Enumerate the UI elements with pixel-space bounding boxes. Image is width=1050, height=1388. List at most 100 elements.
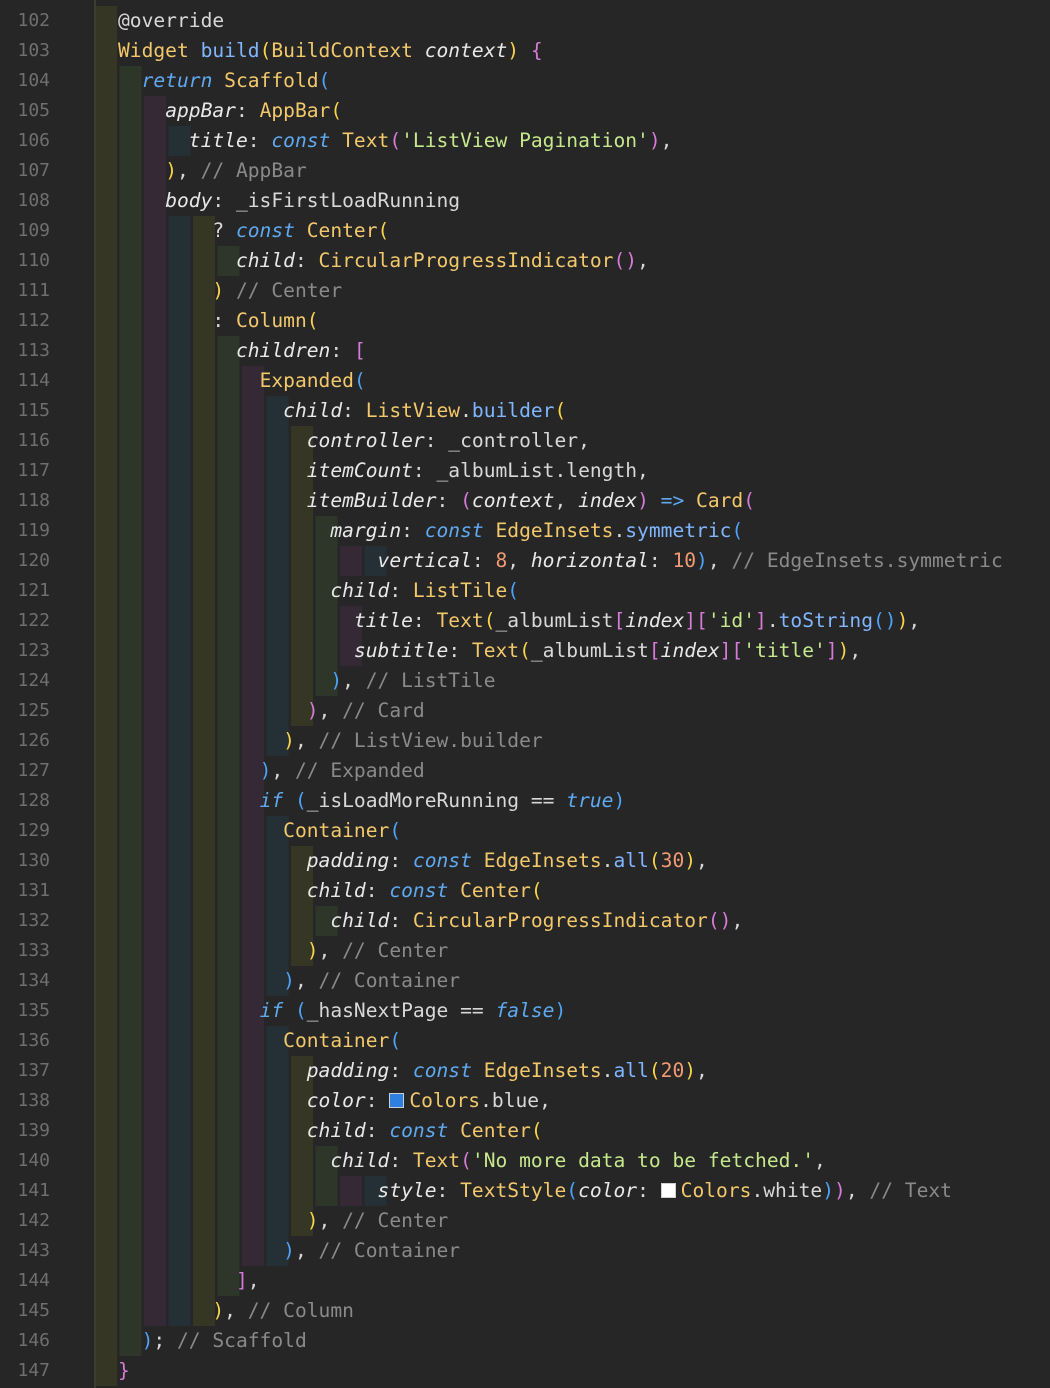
indent-guide-band <box>95 66 117 96</box>
code-token: , <box>660 129 673 152</box>
code-token: builder <box>471 399 555 422</box>
code-line[interactable]: ], <box>118 1266 1003 1296</box>
code-token: : <box>365 1119 390 1142</box>
code-line[interactable]: ), // ListView.builder <box>118 726 1003 756</box>
code-token: ( <box>530 879 543 902</box>
code-line[interactable]: ), // ListTile <box>118 666 1003 696</box>
code-token: ( <box>648 849 661 872</box>
code-token: build <box>200 39 260 62</box>
code-token: true <box>566 789 614 812</box>
code-line[interactable]: Widget build(BuildContext context) { <box>118 36 1003 66</box>
code-line[interactable]: if (_hasNextPage == false) <box>118 996 1003 1026</box>
code-line[interactable]: return Scaffold( <box>118 66 1003 96</box>
code-line[interactable]: ), // Center <box>118 936 1003 966</box>
indent-guide-band <box>95 246 117 276</box>
code-line[interactable]: body: _isFirstLoadRunning <box>118 186 1003 216</box>
code-line[interactable]: child: CircularProgressIndicator(), <box>118 246 1003 276</box>
line-number: 111 <box>17 280 50 301</box>
code-token: 'id' <box>707 609 756 632</box>
color-swatch-icon[interactable] <box>389 1093 405 1108</box>
code-line[interactable]: style: TextStyle(color: Colors.white)), … <box>118 1176 1003 1206</box>
indent-guide-band <box>95 1146 117 1176</box>
line-number: 106 <box>17 130 50 151</box>
code-editor[interactable]: 102 103 104 105 106 107 108 109 110 111 112 113 114 1… <box>0 0 1050 1388</box>
code-line[interactable]: if (_isLoadMoreRunning == true) <box>118 786 1003 816</box>
code-line[interactable]: ); // Scaffold <box>118 1326 1003 1356</box>
code-line[interactable]: subtitle: Text(_albumList[index]['title'… <box>118 636 1003 666</box>
code-line[interactable]: ), // Card <box>118 696 1003 726</box>
code-token: ( <box>330 99 343 122</box>
code-token: ) <box>684 1059 697 1082</box>
code-token: TextStyle <box>460 1179 567 1202</box>
code-token: all <box>613 1059 649 1082</box>
code-token: ( <box>648 1059 661 1082</box>
code-line[interactable]: title: Text(_albumList[index]['id'].toSt… <box>118 606 1003 636</box>
code-token: : <box>389 579 413 602</box>
code-line[interactable]: ), // Center <box>118 1206 1003 1236</box>
code-token: Card <box>696 489 744 512</box>
code-line[interactable]: ? const Center( <box>118 216 1003 246</box>
code-line[interactable]: margin: const EdgeInsets.symmetric( <box>118 516 1003 546</box>
code-line[interactable]: children: [ <box>118 336 1003 366</box>
code-token: ) <box>637 489 649 512</box>
color-swatch-icon[interactable] <box>660 1183 676 1198</box>
code-line[interactable]: ), // AppBar <box>118 156 1003 186</box>
code-line[interactable]: itemCount: _albumList.length, <box>118 456 1003 486</box>
indent-guide-band <box>95 1116 117 1146</box>
code-line[interactable]: } <box>118 1356 1003 1386</box>
code-token: ( <box>530 1119 543 1142</box>
code-line[interactable]: Expanded( <box>118 366 1003 396</box>
code-token: ) <box>165 159 177 182</box>
code-token: ( <box>259 39 272 62</box>
code-line[interactable]: controller: _controller, <box>118 426 1003 456</box>
code-token: padding <box>306 849 390 872</box>
code-line[interactable]: child: Text('No more data to be fetched.… <box>118 1146 1003 1176</box>
code-token: } <box>118 1359 130 1382</box>
code-line[interactable]: child: CircularProgressIndicator(), <box>118 906 1003 936</box>
code-line[interactable]: child: ListTile( <box>118 576 1003 606</box>
code-line[interactable]: ), // Column <box>118 1296 1003 1326</box>
code-token: ( <box>554 399 567 422</box>
code-line[interactable]: ) // Center <box>118 276 1003 306</box>
code-line[interactable]: padding: const EdgeInsets.all(30), <box>118 846 1003 876</box>
code-line[interactable]: itemBuilder: (context, index) => Card( <box>118 486 1003 516</box>
code-line[interactable]: title: const Text('ListView Pagination')… <box>118 126 1003 156</box>
code-token: index <box>578 489 638 512</box>
code-token: : <box>118 309 236 332</box>
indent-guide-band <box>95 1266 117 1296</box>
code-line[interactable]: vertical: 8, horizontal: 10), // EdgeIns… <box>118 546 1003 576</box>
code-token: : <box>247 129 272 152</box>
code-line[interactable]: ), // Container <box>118 966 1003 996</box>
code-token: // Container <box>318 1239 461 1262</box>
code-line[interactable]: child: const Center( <box>118 876 1003 906</box>
code-line[interactable]: : Column( <box>118 306 1003 336</box>
code-line[interactable]: ), // Expanded <box>118 756 1003 786</box>
code-line[interactable]: Container( <box>118 1026 1003 1056</box>
code-area[interactable]: @override Widget build(BuildContext conte… <box>118 6 1003 1386</box>
code-line[interactable]: appBar: AppBar( <box>118 96 1003 126</box>
code-line[interactable]: ), // Container <box>118 1236 1003 1266</box>
code-token: ( <box>519 639 531 662</box>
code-token: Text <box>436 609 484 632</box>
code-line[interactable]: color: Colors.blue, <box>118 1086 1003 1116</box>
code-token: ) <box>283 729 295 752</box>
indent-guide-band <box>95 336 117 366</box>
code-token: // Expanded <box>294 759 425 782</box>
code-token: // Container <box>318 969 461 992</box>
code-line[interactable]: padding: const EdgeInsets.all(20), <box>118 1056 1003 1086</box>
code-line[interactable]: @override <box>118 6 1003 36</box>
code-token: ( <box>389 1029 402 1052</box>
code-line[interactable]: child: ListView.builder( <box>118 396 1003 426</box>
code-line[interactable]: Container( <box>118 816 1003 846</box>
code-token: . <box>601 1059 614 1082</box>
code-line[interactable]: child: const Center( <box>118 1116 1003 1146</box>
code-token: [ <box>648 639 661 662</box>
